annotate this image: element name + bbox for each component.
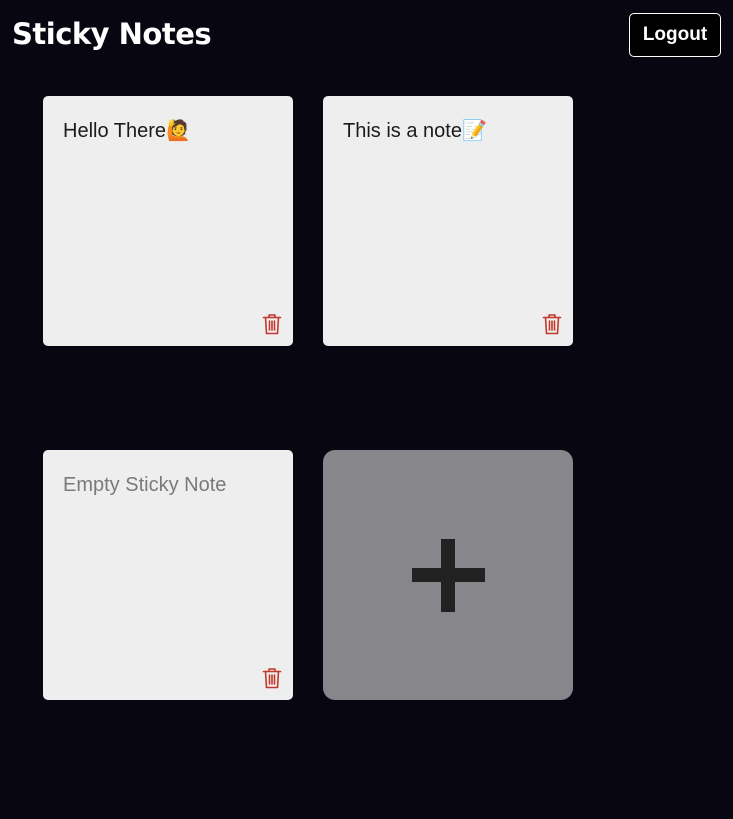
trash-icon[interactable] — [542, 313, 562, 335]
note-text[interactable]: Hello There🙋 — [63, 118, 273, 144]
app-title: Sticky Notes — [12, 17, 212, 51]
sticky-note[interactable]: Hello There🙋 — [43, 96, 293, 346]
sticky-note[interactable]: Empty Sticky Note — [43, 450, 293, 700]
sticky-note[interactable]: This is a note📝 — [323, 96, 573, 346]
note-text[interactable]: This is a note📝 — [343, 118, 553, 144]
trash-icon[interactable] — [262, 313, 282, 335]
note-placeholder[interactable]: Empty Sticky Note — [63, 472, 273, 498]
add-note-button[interactable] — [323, 450, 573, 700]
trash-icon[interactable] — [262, 667, 282, 689]
logout-button[interactable]: Logout — [629, 13, 721, 57]
app-header: Sticky Notes Logout — [0, 0, 733, 70]
